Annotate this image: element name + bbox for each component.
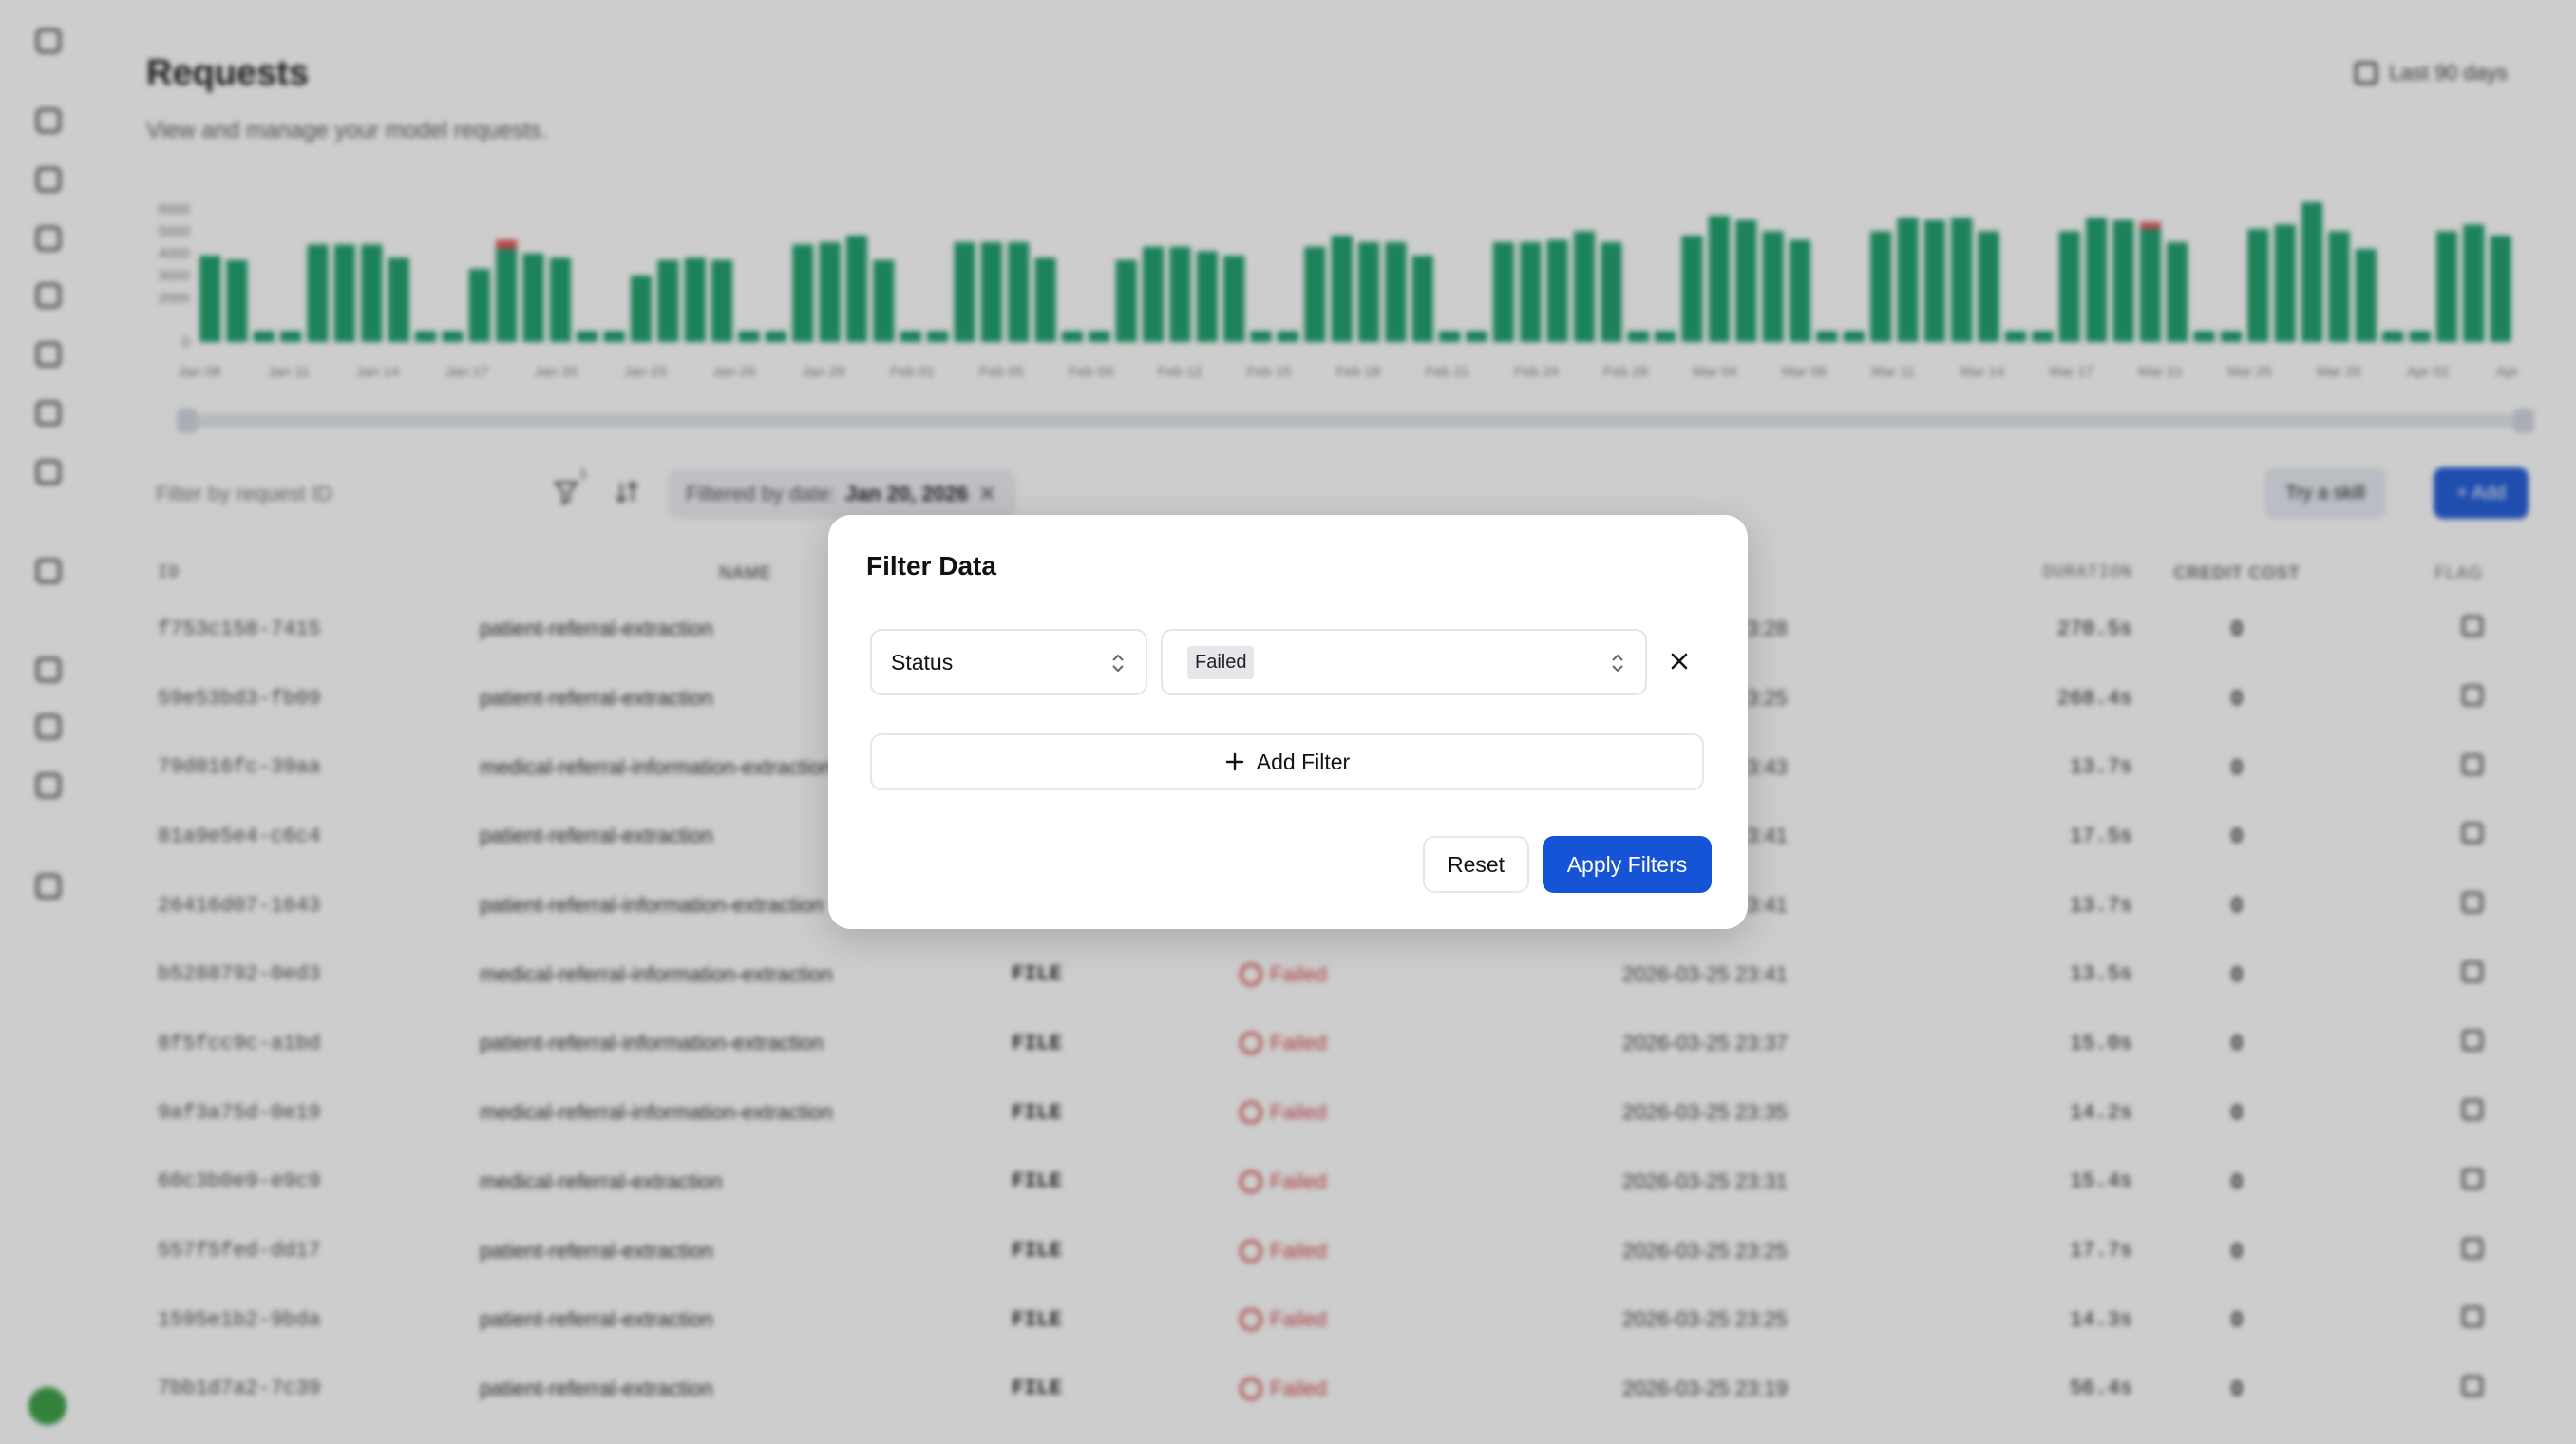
remove-filter-button[interactable] <box>1660 642 1698 680</box>
reset-button[interactable]: Reset <box>1423 836 1529 893</box>
filter-data-modal: Filter Data Status Failed Add Filter Res… <box>828 515 1748 929</box>
add-filter-label: Add Filter <box>1256 749 1351 774</box>
filter-value-select[interactable]: Failed <box>1161 629 1647 695</box>
filter-field-select[interactable]: Status <box>870 629 1147 695</box>
apply-filters-button[interactable]: Apply Filters <box>1543 836 1712 893</box>
filter-field-value: Status <box>891 649 954 674</box>
chevron-up-down-icon <box>1612 654 1623 673</box>
close-icon <box>1671 653 1688 670</box>
modal-title: Filter Data <box>866 551 996 580</box>
plus-icon <box>1225 752 1243 771</box>
add-filter-button[interactable]: Add Filter <box>870 733 1704 790</box>
chevron-up-down-icon <box>1112 654 1124 673</box>
filter-value-tag: Failed <box>1187 645 1255 679</box>
